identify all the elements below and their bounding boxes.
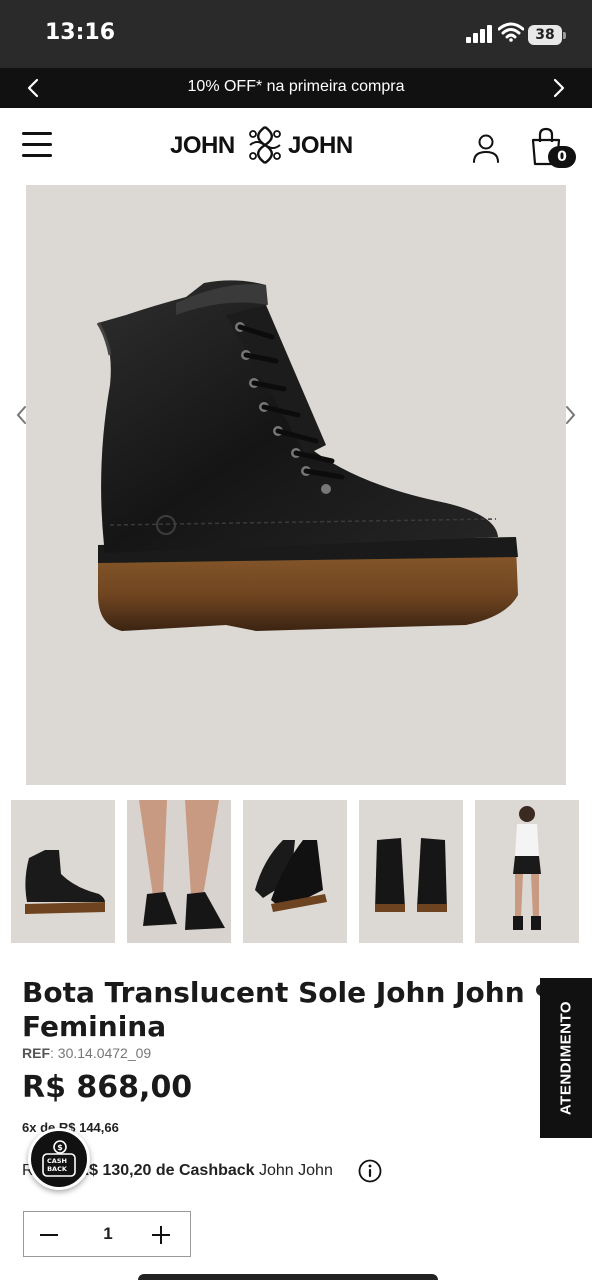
cell-signal-icon bbox=[466, 25, 492, 43]
battery-icon: 38 bbox=[528, 25, 566, 45]
image-next-icon[interactable] bbox=[562, 404, 578, 426]
cart-count-badge: 0 bbox=[548, 146, 576, 168]
promo-banner: 10% OFF* na primeira compra bbox=[0, 68, 592, 108]
quantity-value[interactable]: 1 bbox=[90, 1224, 126, 1244]
thumbnail-5[interactable] bbox=[475, 800, 579, 943]
thumbnail-2[interactable] bbox=[127, 800, 231, 943]
cashback-fab-line1: CASH bbox=[47, 1157, 67, 1165]
image-prev-icon[interactable] bbox=[14, 404, 30, 426]
site-header: JOHN JOHN 0 bbox=[0, 108, 592, 184]
status-bar: 13:16 38 bbox=[0, 0, 592, 68]
status-time: 13:16 bbox=[45, 20, 116, 45]
cashback-wallet-icon: $ CASH BACK bbox=[42, 1140, 76, 1177]
account-icon[interactable] bbox=[470, 132, 502, 164]
thumbnail-3[interactable] bbox=[243, 800, 347, 943]
logo-word-right: JOHN bbox=[288, 132, 353, 159]
thumbnail-1[interactable] bbox=[11, 800, 115, 943]
decrease-quantity-icon[interactable] bbox=[38, 1224, 60, 1246]
ref-value: : 30.14.0472_09 bbox=[50, 1045, 152, 1061]
cashback-button[interactable]: $ CASH BACK bbox=[28, 1128, 90, 1190]
thumbnail-strip bbox=[11, 800, 592, 943]
logo-word-left: JOHN bbox=[170, 132, 235, 159]
add-to-cart-bar[interactable] bbox=[138, 1274, 438, 1280]
cashback-fab-line2: BACK bbox=[47, 1165, 68, 1173]
hamburger-menu-icon[interactable] bbox=[22, 132, 52, 158]
brand-logo[interactable]: JOHN JOHN bbox=[170, 124, 360, 166]
support-tab[interactable]: ATENDIMENTO bbox=[540, 978, 592, 1138]
product-title: Bota Translucent Sole John John Feminina bbox=[22, 976, 525, 1043]
increase-quantity-icon[interactable] bbox=[150, 1224, 172, 1246]
product-price: R$ 868,00 bbox=[22, 1070, 193, 1105]
cashback-suffix: John John bbox=[254, 1162, 333, 1179]
shopping-bag-button[interactable]: 0 bbox=[528, 126, 576, 170]
boot-image bbox=[96, 280, 518, 631]
battery-level: 38 bbox=[528, 25, 562, 45]
thumbnail-4[interactable] bbox=[359, 800, 463, 943]
info-icon[interactable] bbox=[358, 1159, 382, 1183]
logo-crest-icon bbox=[249, 126, 281, 164]
product-main-image[interactable] bbox=[26, 185, 566, 785]
cashback-amount: R$ 130,20 de Cashback bbox=[77, 1162, 255, 1179]
product-ref: REF: 30.14.0472_09 bbox=[22, 1045, 151, 1061]
support-tab-label: ATENDIMENTO bbox=[557, 1000, 575, 1116]
promo-next-icon[interactable] bbox=[546, 76, 570, 100]
ref-label: REF bbox=[22, 1045, 50, 1061]
wifi-icon bbox=[498, 22, 524, 42]
promo-text[interactable]: 10% OFF* na primeira compra bbox=[0, 78, 592, 96]
quantity-stepper: 1 bbox=[23, 1211, 191, 1257]
svg-text:$: $ bbox=[57, 1143, 63, 1152]
